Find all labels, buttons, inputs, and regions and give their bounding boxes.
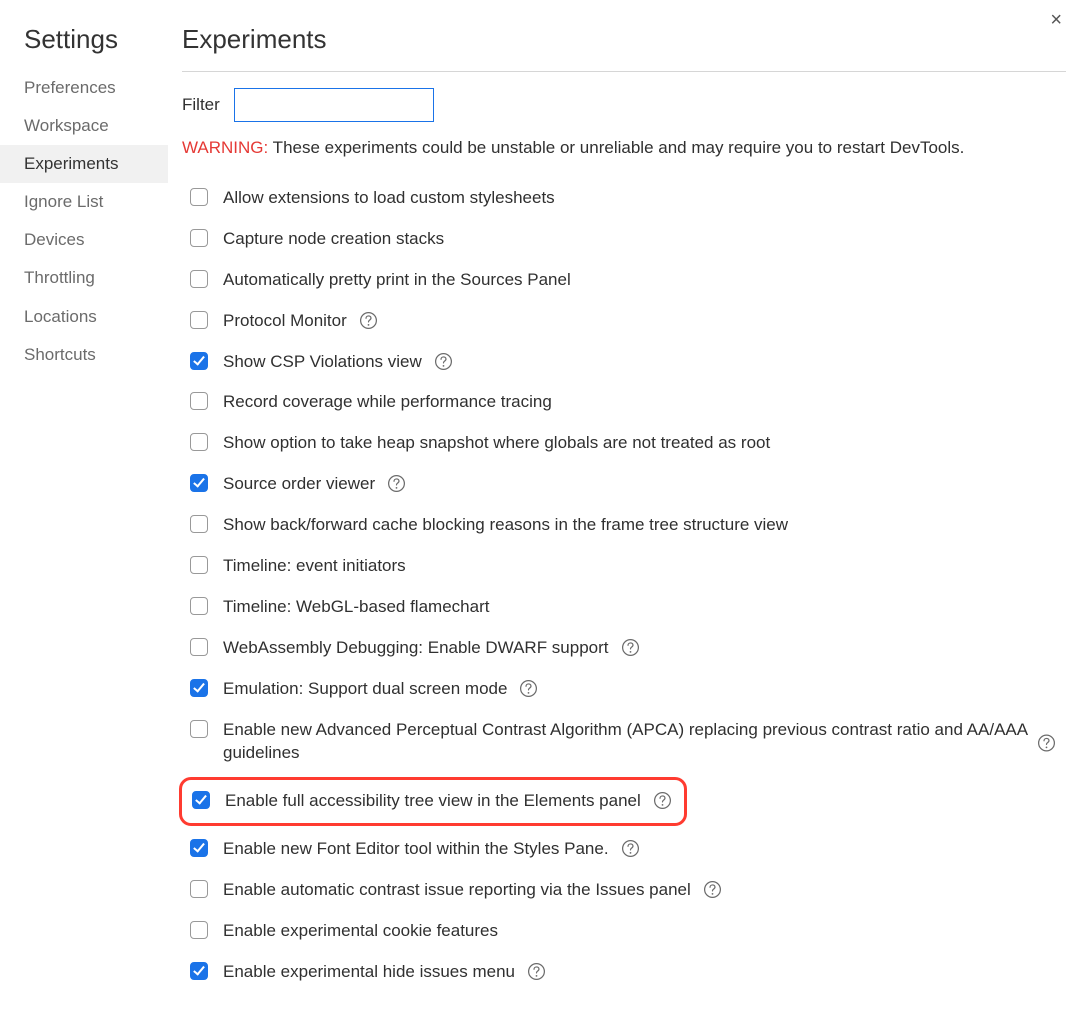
experiment-label: Enable experimental hide issues menu — [223, 961, 515, 984]
experiment-checkbox[interactable] — [190, 720, 208, 738]
sidebar-item-ignore-list[interactable]: Ignore List — [0, 183, 168, 221]
experiment-label: Timeline: WebGL-based flamechart — [223, 596, 489, 619]
warning-body: These experiments could be unstable or u… — [268, 138, 964, 157]
experiment-row: Enable experimental cookie features — [182, 911, 1066, 952]
experiment-checkbox[interactable] — [190, 352, 208, 370]
experiment-checkbox[interactable] — [190, 188, 208, 206]
experiment-checkbox[interactable] — [190, 311, 208, 329]
experiments-list: Allow extensions to load custom styleshe… — [182, 178, 1066, 993]
sidebar-item-devices[interactable]: Devices — [0, 221, 168, 259]
experiment-label: Capture node creation stacks — [223, 228, 444, 251]
experiment-row: Show option to take heap snapshot where … — [182, 423, 1066, 464]
help-icon[interactable] — [1037, 733, 1056, 752]
experiment-row: Show back/forward cache blocking reasons… — [182, 505, 1066, 546]
experiment-checkbox[interactable] — [190, 556, 208, 574]
experiment-label: Enable full accessibility tree view in t… — [225, 790, 641, 813]
sidebar-item-throttling[interactable]: Throttling — [0, 259, 168, 297]
experiment-row: Emulation: Support dual screen mode — [182, 669, 1066, 710]
sidebar-item-experiments[interactable]: Experiments — [0, 145, 168, 183]
experiment-label: Show option to take heap snapshot where … — [223, 432, 770, 455]
help-icon[interactable] — [703, 880, 722, 899]
help-icon[interactable] — [621, 638, 640, 657]
filter-label: Filter — [182, 95, 220, 115]
help-icon[interactable] — [359, 311, 378, 330]
experiment-label: Emulation: Support dual screen mode — [223, 678, 507, 701]
experiment-label: Automatically pretty print in the Source… — [223, 269, 571, 292]
experiment-row: Source order viewer — [182, 464, 1066, 505]
warning-label: WARNING: — [182, 138, 268, 157]
experiment-row: Protocol Monitor — [182, 301, 1066, 342]
sidebar-item-locations[interactable]: Locations — [0, 298, 168, 336]
help-icon[interactable] — [653, 791, 672, 810]
sidebar-item-preferences[interactable]: Preferences — [0, 69, 168, 107]
experiment-row: WebAssembly Debugging: Enable DWARF supp… — [182, 628, 1066, 669]
experiment-checkbox[interactable] — [190, 392, 208, 410]
sidebar-item-shortcuts[interactable]: Shortcuts — [0, 336, 168, 374]
experiment-row: Enable new Font Editor tool within the S… — [182, 829, 1066, 870]
experiment-row: Enable new Advanced Perceptual Contrast … — [182, 710, 1066, 774]
close-button[interactable]: × — [1050, 10, 1062, 30]
experiment-row: Timeline: WebGL-based flamechart — [182, 587, 1066, 628]
experiments-panel: Experiments Filter WARNING: These experi… — [168, 0, 1080, 1023]
experiment-checkbox[interactable] — [190, 962, 208, 980]
experiment-row: Capture node creation stacks — [182, 219, 1066, 260]
filter-input[interactable] — [234, 88, 434, 122]
experiment-checkbox[interactable] — [192, 791, 210, 809]
experiment-label: Source order viewer — [223, 473, 375, 496]
experiment-row: Show CSP Violations view — [182, 342, 1066, 383]
filter-row: Filter — [182, 88, 1066, 122]
experiment-label: Enable experimental cookie features — [223, 920, 498, 943]
experiment-row: Timeline: event initiators — [182, 546, 1066, 587]
help-icon[interactable] — [527, 962, 546, 981]
experiment-checkbox[interactable] — [190, 921, 208, 939]
experiment-label: Show CSP Violations view — [223, 351, 422, 374]
experiment-label: Record coverage while performance tracin… — [223, 391, 552, 414]
experiment-checkbox[interactable] — [190, 474, 208, 492]
experiment-checkbox[interactable] — [190, 229, 208, 247]
help-icon[interactable] — [387, 474, 406, 493]
experiment-row: Enable experimental hide issues menu — [182, 952, 1066, 993]
experiment-label: Enable new Font Editor tool within the S… — [223, 838, 609, 861]
experiment-checkbox[interactable] — [190, 270, 208, 288]
experiment-row: Automatically pretty print in the Source… — [182, 260, 1066, 301]
warning-text: WARNING: These experiments could be unst… — [182, 136, 1066, 160]
experiment-checkbox[interactable] — [190, 597, 208, 615]
experiment-row: Enable full accessibility tree view in t… — [179, 777, 687, 826]
sidebar-title: Settings — [24, 24, 168, 55]
experiment-label: Allow extensions to load custom styleshe… — [223, 187, 555, 210]
sidebar-item-workspace[interactable]: Workspace — [0, 107, 168, 145]
experiment-checkbox[interactable] — [190, 638, 208, 656]
experiment-checkbox[interactable] — [190, 839, 208, 857]
experiment-label: Show back/forward cache blocking reasons… — [223, 514, 788, 537]
experiment-row: Allow extensions to load custom styleshe… — [182, 178, 1066, 219]
help-icon[interactable] — [434, 352, 453, 371]
experiment-label: Timeline: event initiators — [223, 555, 406, 578]
page-title: Experiments — [182, 24, 1066, 72]
experiment-checkbox[interactable] — [190, 515, 208, 533]
experiment-row: Record coverage while performance tracin… — [182, 382, 1066, 423]
experiment-label: Enable new Advanced Perceptual Contrast … — [223, 719, 1062, 765]
experiment-row: Enable automatic contrast issue reportin… — [182, 870, 1066, 911]
settings-sidebar: Settings PreferencesWorkspaceExperiments… — [0, 0, 168, 1023]
experiment-label: WebAssembly Debugging: Enable DWARF supp… — [223, 637, 609, 660]
experiment-checkbox[interactable] — [190, 433, 208, 451]
help-icon[interactable] — [621, 839, 640, 858]
help-icon[interactable] — [519, 679, 538, 698]
experiment-label: Protocol Monitor — [223, 310, 347, 333]
experiment-label: Enable automatic contrast issue reportin… — [223, 879, 691, 902]
experiment-checkbox[interactable] — [190, 880, 208, 898]
experiment-checkbox[interactable] — [190, 679, 208, 697]
